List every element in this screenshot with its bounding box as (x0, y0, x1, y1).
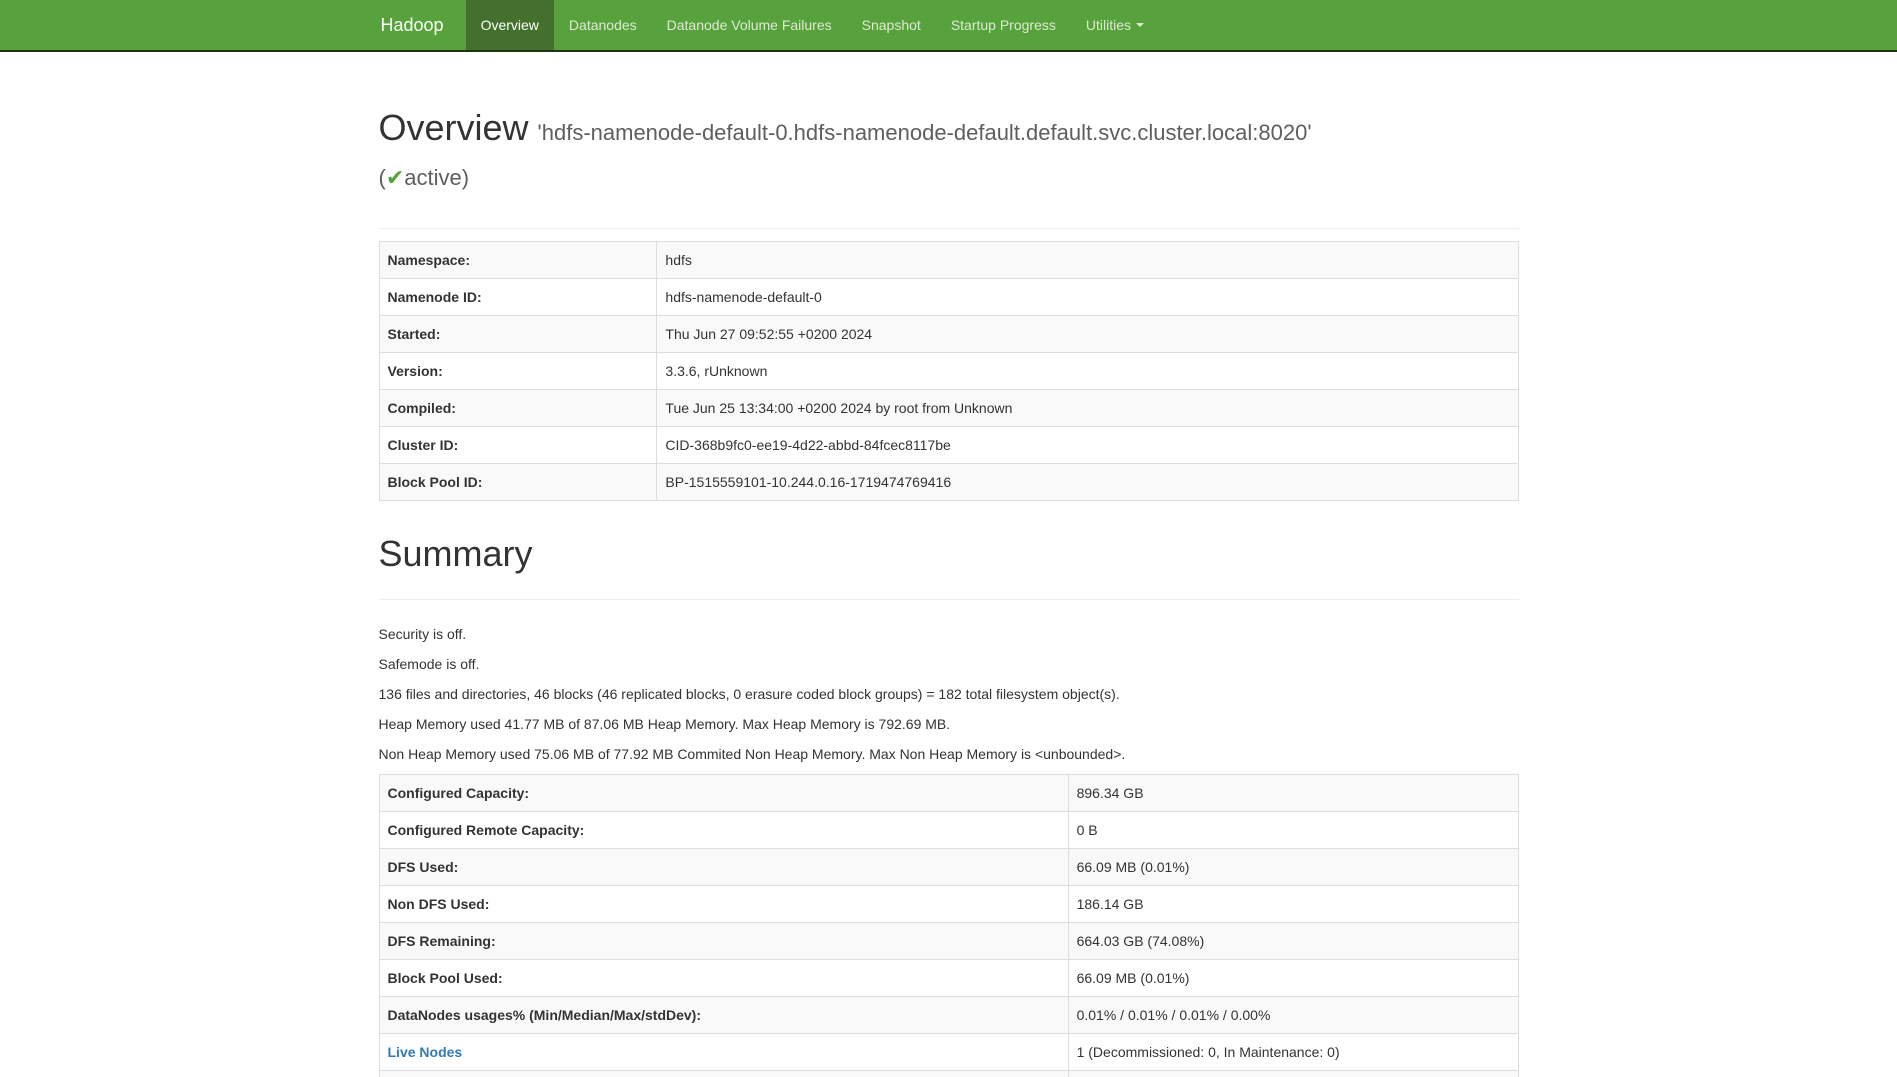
row-label: Cluster ID: (379, 427, 657, 464)
row-label: Started: (379, 316, 657, 353)
navbar: Hadoop Overview Datanodes Datanode Volum… (0, 0, 1897, 52)
nav-tab-startup-progress[interactable]: Startup Progress (936, 0, 1071, 50)
row-value: 66.09 MB (0.01%) (1068, 960, 1518, 997)
table-row-block-pool-used: Block Pool Used: 66.09 MB (0.01%) (379, 960, 1518, 997)
row-label: Configured Remote Capacity: (379, 812, 1068, 849)
page-header: Overview 'hdfs-namenode-default-0.hdfs-na… (379, 108, 1519, 229)
row-value: hdfs (657, 242, 1518, 279)
nav-tab-utilities[interactable]: Utilities (1071, 0, 1159, 50)
summary-heading: Summary (379, 534, 1519, 574)
table-row-block-pool-id: Block Pool ID: BP-1515559101-10.244.0.16… (379, 464, 1518, 501)
row-value: Thu Jun 27 09:52:55 +0200 2024 (657, 316, 1518, 353)
heap-memory-summary: Heap Memory used 41.77 MB of 87.06 MB He… (379, 714, 1519, 734)
nav-tab-snapshot[interactable]: Snapshot (847, 0, 936, 50)
table-row-version: Version: 3.3.6, rUnknown (379, 353, 1518, 390)
table-row-configured-capacity: Configured Capacity: 896.34 GB (379, 775, 1518, 812)
table-row-compiled: Compiled: Tue Jun 25 13:34:00 +0200 2024… (379, 390, 1518, 427)
main-content: Overview 'hdfs-namenode-default-0.hdfs-na… (364, 108, 1534, 1077)
row-label: Namespace: (379, 242, 657, 279)
table-row-namenode-id: Namenode ID: hdfs-namenode-default-0 (379, 279, 1518, 316)
row-value: CID-368b9fc0-ee19-4d22-abbd-84fcec8117be (657, 427, 1518, 464)
nav-tab-datanodes[interactable]: Datanodes (554, 0, 652, 50)
live-nodes-link[interactable]: Live Nodes (388, 1044, 463, 1060)
navbar-container: Hadoop Overview Datanodes Datanode Volum… (364, 0, 1534, 50)
namenode-address: 'hdfs-namenode-default-0.hdfs-namenode-d… (538, 120, 1312, 145)
row-label: DFS Remaining: (379, 923, 1068, 960)
navbar-brand[interactable]: Hadoop (381, 0, 466, 50)
row-value: 664.03 GB (74.08%) (1068, 923, 1518, 960)
navbar-tabs: Overview Datanodes Datanode Volume Failu… (466, 0, 1159, 50)
row-label: Compiled: (379, 390, 657, 427)
nav-tab-overview[interactable]: Overview (466, 0, 554, 50)
summary-table: Configured Capacity: 896.34 GB Configure… (379, 774, 1519, 1077)
active-check-icon: ✔ (386, 165, 404, 190)
row-value: 0.01% / 0.01% / 0.01% / 0.00% (1068, 997, 1518, 1034)
row-value: 66.09 MB (0.01%) (1068, 849, 1518, 886)
row-label: Configured Capacity: (379, 775, 1068, 812)
status-open-paren: ( (379, 165, 386, 190)
row-value: 3.3.6, rUnknown (657, 353, 1518, 390)
table-row-dead-nodes: Dead Nodes 0 (Decommissioned: 0, In Main… (379, 1071, 1518, 1077)
summary-section-header: Summary (379, 534, 1519, 600)
namenode-status: (✔active) (379, 165, 470, 190)
summary-paragraphs: Security is off. Safemode is off. 136 fi… (379, 624, 1519, 764)
filesystem-objects-summary: 136 files and directories, 46 blocks (46… (379, 684, 1519, 704)
table-row-non-dfs-used: Non DFS Used: 186.14 GB (379, 886, 1518, 923)
row-value: 186.14 GB (1068, 886, 1518, 923)
row-value: Tue Jun 25 13:34:00 +0200 2024 by root f… (657, 390, 1518, 427)
table-row-started: Started: Thu Jun 27 09:52:55 +0200 2024 (379, 316, 1518, 353)
table-row-live-nodes: Live Nodes 1 (Decommissioned: 0, In Main… (379, 1034, 1518, 1071)
safemode-status: Safemode is off. (379, 654, 1519, 674)
row-value: 896.34 GB (1068, 775, 1518, 812)
table-row-dfs-used: DFS Used: 66.09 MB (0.01%) (379, 849, 1518, 886)
table-row-dfs-remaining: DFS Remaining: 664.03 GB (74.08%) (379, 923, 1518, 960)
row-label: Block Pool Used: (379, 960, 1068, 997)
row-value: 0 (Decommissioned: 0, In Maintenance: 0) (1068, 1071, 1518, 1077)
overview-table: Namespace: hdfs Namenode ID: hdfs-nameno… (379, 241, 1519, 501)
row-value: BP-1515559101-10.244.0.16-1719474769416 (657, 464, 1518, 501)
caret-down-icon (1136, 23, 1144, 27)
row-label: Dead Nodes (379, 1071, 1068, 1077)
row-label: Namenode ID: (379, 279, 657, 316)
page-title: Overview 'hdfs-namenode-default-0.hdfs-na… (379, 108, 1519, 198)
row-value: hdfs-namenode-default-0 (657, 279, 1518, 316)
row-value: 1 (Decommissioned: 0, In Maintenance: 0) (1068, 1034, 1518, 1071)
row-value: 0 B (1068, 812, 1518, 849)
table-row-namespace: Namespace: hdfs (379, 242, 1518, 279)
row-label: Block Pool ID: (379, 464, 657, 501)
page-title-text: Overview (379, 107, 529, 148)
table-row-configured-remote-capacity: Configured Remote Capacity: 0 B (379, 812, 1518, 849)
nav-tab-utilities-label: Utilities (1086, 15, 1131, 35)
row-label: Non DFS Used: (379, 886, 1068, 923)
non-heap-memory-summary: Non Heap Memory used 75.06 MB of 77.92 M… (379, 744, 1519, 764)
status-active-text: active) (404, 165, 469, 190)
table-row-cluster-id: Cluster ID: CID-368b9fc0-ee19-4d22-abbd-… (379, 427, 1518, 464)
row-label: DFS Used: (379, 849, 1068, 886)
security-status: Security is off. (379, 624, 1519, 644)
row-label: DataNodes usages% (Min/Median/Max/stdDev… (379, 997, 1068, 1034)
row-label: Live Nodes (379, 1034, 1068, 1071)
table-row-datanodes-usages: DataNodes usages% (Min/Median/Max/stdDev… (379, 997, 1518, 1034)
row-label: Version: (379, 353, 657, 390)
nav-tab-datanode-volume-failures[interactable]: Datanode Volume Failures (652, 0, 847, 50)
